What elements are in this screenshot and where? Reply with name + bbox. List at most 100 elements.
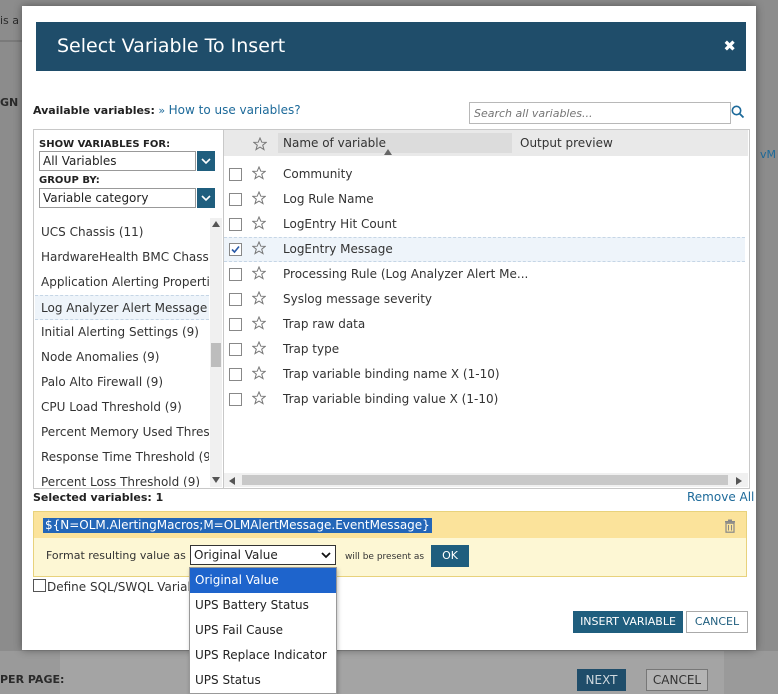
scroll-right-icon[interactable] <box>736 477 742 485</box>
row-checkbox-checked[interactable] <box>229 243 242 256</box>
category-panel: SHOW VARIABLES FOR: All Variables GROUP … <box>33 129 224 489</box>
star-icon[interactable] <box>251 240 267 259</box>
group-by-select[interactable]: Variable category <box>39 188 196 208</box>
row-checkbox[interactable] <box>229 318 242 331</box>
table-row[interactable]: Log Rule Name <box>224 187 745 212</box>
chevron-down-icon[interactable] <box>197 151 215 171</box>
dropdown-option[interactable]: UPS Replace Indicator <box>190 643 336 668</box>
row-checkbox[interactable] <box>229 368 242 381</box>
table-row[interactable]: LogEntry Hit Count <box>224 212 745 237</box>
chevron-down-icon[interactable] <box>197 188 215 208</box>
category-item[interactable]: Application Alerting Properties <box>41 270 209 295</box>
table-row[interactable]: Trap raw data <box>224 312 745 337</box>
selected-variables-count: Selected variables: 1 <box>33 491 164 504</box>
row-checkbox[interactable] <box>229 293 242 306</box>
row-checkbox[interactable] <box>229 218 242 231</box>
category-scrollbar[interactable] <box>210 218 222 487</box>
table-row-selected[interactable]: LogEntry Message <box>224 237 745 262</box>
search-input[interactable] <box>469 102 731 124</box>
row-checkbox[interactable] <box>229 343 242 356</box>
dialog-header: Select Variable To Insert ✖ <box>36 22 746 71</box>
category-item[interactable]: CPU Load Threshold (9) <box>41 395 209 420</box>
select-variable-dialog: Select Variable To Insert ✖ Available va… <box>22 6 756 650</box>
show-variables-for-select[interactable]: All Variables <box>39 151 196 171</box>
format-select[interactable]: Original Value <box>190 545 336 565</box>
dropdown-option[interactable]: UPS Battery Status <box>190 593 336 618</box>
scroll-down-icon[interactable] <box>212 477 220 483</box>
star-icon[interactable] <box>251 365 267 384</box>
cancel-button[interactable]: CANCEL <box>686 611 748 633</box>
ok-button[interactable]: OK <box>431 545 469 567</box>
define-sql-label: Define SQL/SWQL Variable <box>47 580 206 594</box>
star-icon[interactable] <box>251 290 267 309</box>
search-icon[interactable] <box>731 104 745 123</box>
category-item[interactable]: Percent Loss Threshold (9) <box>41 470 209 487</box>
category-item-selected[interactable]: Log Analyzer Alert Message (1 <box>35 295 209 320</box>
bg-top-text: is a <box>0 14 20 27</box>
star-icon[interactable] <box>252 136 268 155</box>
star-icon[interactable] <box>251 340 267 359</box>
category-item[interactable]: HardwareHealth BMC Chassis <box>41 245 209 270</box>
dropdown-option-selected[interactable]: Original Value <box>190 568 336 593</box>
table-row[interactable]: Trap variable binding name X (1-10) <box>224 362 745 387</box>
variables-list: Community Log Rule Name LogEntry Hit Cou… <box>224 162 748 472</box>
remove-all-link[interactable]: Remove All <box>687 490 754 504</box>
row-checkbox[interactable] <box>229 168 242 181</box>
category-item[interactable]: Palo Alto Firewall (9) <box>41 370 209 395</box>
sort-asc-icon[interactable] <box>384 140 392 159</box>
table-row[interactable]: Trap type <box>224 337 745 362</box>
variable-name: Trap variable binding value X (1-10) <box>283 392 499 406</box>
chevron-down-icon <box>321 552 331 559</box>
table-row[interactable]: Syslog message severity <box>224 287 745 312</box>
dropdown-option[interactable]: UPS Status <box>190 668 336 693</box>
row-checkbox[interactable] <box>229 268 242 281</box>
category-item[interactable]: UCS Chassis (11) <box>41 220 209 245</box>
selected-variable-box: ${N=OLM.AlertingMacros;M=OLMAlertMessage… <box>33 511 747 577</box>
table-row[interactable]: Processing Rule (Log Analyzer Alert Me..… <box>224 262 745 287</box>
variable-name: Trap variable binding name X (1-10) <box>283 367 500 381</box>
scroll-up-icon[interactable] <box>212 221 220 227</box>
trash-icon[interactable] <box>724 518 736 537</box>
how-to-use-link[interactable]: How to use variables? <box>169 103 301 117</box>
scroll-left-icon[interactable] <box>229 477 235 485</box>
variable-name: Trap raw data <box>283 317 366 331</box>
close-icon[interactable]: ✖ <box>723 22 736 71</box>
table-row[interactable]: Community <box>224 162 745 187</box>
variable-name: LogEntry Message <box>283 242 393 256</box>
star-icon[interactable] <box>251 265 267 284</box>
table-row[interactable]: Trap variable binding value X (1-10) <box>224 387 745 412</box>
present-as-label: will be present as <box>345 552 425 562</box>
column-header-name[interactable]: Name of variable <box>283 130 386 156</box>
format-select-value: Original Value <box>194 548 278 562</box>
category-item[interactable]: Node Anomalies (9) <box>41 345 209 370</box>
dropdown-option[interactable]: UPS Fail Cause <box>190 618 336 643</box>
category-list: UCS Chassis (11) HardwareHealth BMC Chas… <box>34 218 210 487</box>
bg-next-button[interactable]: NEXT <box>577 669 626 691</box>
star-icon[interactable] <box>251 190 267 209</box>
bg-per-page-label: PER PAGE: <box>0 673 65 686</box>
star-icon[interactable] <box>251 215 267 234</box>
table-h-scrollbar[interactable] <box>224 473 748 487</box>
available-label: Available variables: <box>33 104 155 117</box>
row-checkbox[interactable] <box>229 393 242 406</box>
category-item[interactable]: Percent Memory Used Thresh <box>41 420 209 445</box>
show-variables-for-label: SHOW VARIABLES FOR: <box>39 139 171 150</box>
category-item[interactable]: Initial Alerting Settings (9) <box>41 320 209 345</box>
bg-right-text: vM <box>760 148 777 161</box>
insert-variable-button[interactable]: INSERT VARIABLE <box>573 611 683 633</box>
star-icon[interactable] <box>251 165 267 184</box>
variable-name: Log Rule Name <box>283 192 374 206</box>
table-scroll-thumb[interactable] <box>242 475 728 485</box>
available-sep: » <box>158 104 166 117</box>
category-item[interactable]: Response Time Threshold (9) <box>41 445 209 470</box>
variable-name: Community <box>283 167 353 181</box>
bg-cancel-button[interactable]: CANCEL <box>646 669 708 691</box>
row-checkbox[interactable] <box>229 193 242 206</box>
bg-divider <box>0 40 22 42</box>
define-sql-checkbox[interactable] <box>33 579 46 592</box>
column-header-preview[interactable]: Output preview <box>520 130 613 156</box>
category-scroll-thumb[interactable] <box>211 343 221 367</box>
selected-macro-text[interactable]: ${N=OLM.AlertingMacros;M=OLMAlertMessage… <box>43 518 432 533</box>
star-icon[interactable] <box>251 315 267 334</box>
star-icon[interactable] <box>251 390 267 409</box>
